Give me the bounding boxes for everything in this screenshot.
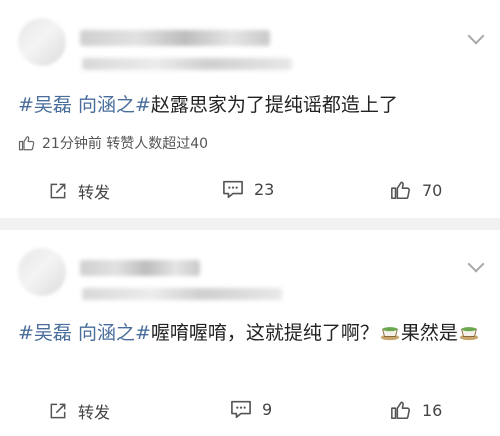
username-blurred[interactable] [80,30,270,46]
avatar[interactable] [18,248,66,296]
comment-button[interactable]: 9 [230,399,272,419]
comment-body: 赵露思家为了提纯谣都造上了 [150,94,398,116]
avatar[interactable] [18,18,66,66]
repost-info-text: 21分钟前 转赞人数超过40 [42,136,209,152]
thumbs-up-icon [18,136,35,151]
topic-link[interactable]: #吴磊 向涵之# [18,322,151,344]
tea-emoji-icon [379,320,401,351]
chevron-down-icon[interactable] [467,255,485,273]
chevron-down-icon[interactable] [467,27,485,45]
comment-text: #吴磊 向涵之#喔唷喔唷，这就提纯了啊？ 果然是 [18,318,480,351]
comment-count: 9 [262,399,273,419]
meta-blurred [82,58,292,70]
repost-button[interactable]: 转发 [48,179,110,203]
like-count: 70 [422,180,443,200]
username-blurred[interactable] [80,260,200,276]
topic-link[interactable]: #吴磊 向涵之# [18,94,151,116]
thumbs-up-icon [391,181,410,200]
card-separator [0,218,500,230]
comment-text: #吴磊 向涵之#赵露思家为了提纯谣都造上了 [18,92,480,118]
repost-label: 转发 [78,183,111,202]
like-button[interactable]: 70 [390,179,442,201]
repost-label: 转发 [78,403,111,422]
repost-info: 21分钟前 转赞人数超过40 [18,133,208,153]
like-count: 16 [422,400,443,420]
like-button[interactable]: 16 [390,399,442,421]
comment-body-end: 果然是 [400,322,458,344]
thumbs-up-icon [391,401,410,420]
repost-icon [50,183,66,199]
comment-body: 喔唷喔唷，这就提纯了啊？ [150,322,379,344]
weibo-comment-card: #吴磊 向涵之#喔唷喔唷，这就提纯了啊？ 果然是 转发 9 16 [0,230,500,436]
comment-button[interactable]: 23 [222,179,274,199]
comment-icon [231,400,251,418]
action-bar: 转发 23 70 [0,179,500,205]
repost-icon [50,403,66,419]
meta-blurred [82,288,282,300]
weibo-comment-card: #吴磊 向涵之#赵露思家为了提纯谣都造上了 21分钟前 转赞人数超过40 转发 … [0,0,500,218]
repost-button[interactable]: 转发 [48,399,110,423]
comment-icon [223,180,243,198]
tea-emoji-icon [458,320,480,351]
comment-count: 23 [254,179,275,199]
action-bar: 转发 9 16 [0,399,500,425]
